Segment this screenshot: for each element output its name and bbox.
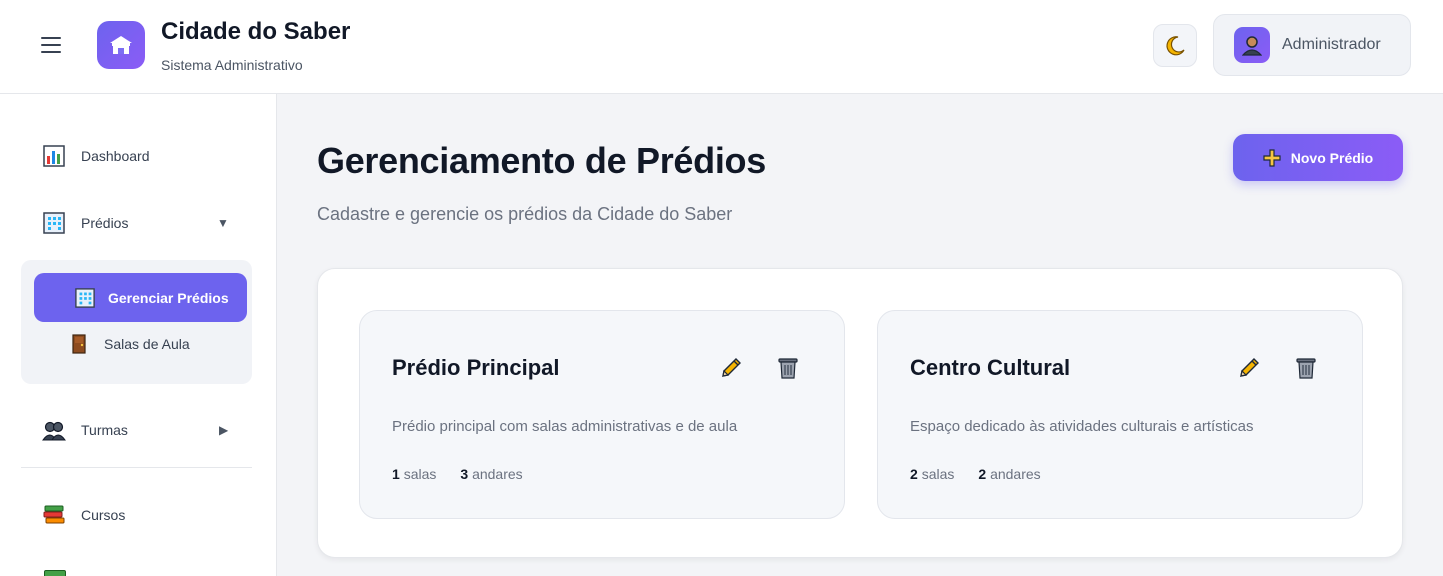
sidebar-item-gerenciar-predios[interactable]: Gerenciar Prédios bbox=[34, 273, 247, 322]
sidebar-item-label: Cursos bbox=[81, 507, 126, 523]
sidebar-item-predios[interactable]: Prédios bbox=[42, 211, 128, 235]
building-card: Centro Cultural Espaço dedicado às ativi… bbox=[877, 310, 1363, 519]
app-title: Cidade do Saber bbox=[161, 18, 351, 45]
building-icon bbox=[110, 36, 132, 54]
sidebar-item-cursos[interactable]: Cursos bbox=[42, 503, 125, 527]
buildings-panel: Prédio Principal Prédio principal com sa… bbox=[317, 268, 1403, 558]
logo bbox=[97, 21, 145, 69]
hamburger-icon[interactable] bbox=[34, 30, 68, 60]
pencil-icon bbox=[1240, 358, 1259, 377]
theme-toggle-button[interactable] bbox=[1153, 24, 1197, 67]
user-icon bbox=[1242, 36, 1262, 56]
edit-button[interactable] bbox=[1236, 355, 1262, 381]
floors-count: 3 andares bbox=[460, 466, 523, 482]
submenu-item-label: Gerenciar Prédios bbox=[108, 289, 229, 306]
avatar bbox=[1234, 27, 1270, 63]
edit-button[interactable] bbox=[718, 355, 744, 381]
sidebar-item-salas-de-aula[interactable]: Salas de Aula bbox=[71, 334, 190, 354]
new-building-label: Novo Prédio bbox=[1290, 149, 1374, 166]
delete-button[interactable] bbox=[1293, 355, 1319, 381]
top-header: Cidade do Saber Sistema Administrativo A… bbox=[0, 0, 1443, 94]
caret-down-icon[interactable]: ▼ bbox=[217, 216, 229, 230]
building-stats: 2 salas 2 andares bbox=[910, 466, 1041, 482]
sidebar-item-turmas[interactable]: Turmas bbox=[42, 418, 128, 442]
trash-icon bbox=[1296, 358, 1316, 379]
books-icon bbox=[42, 503, 66, 527]
page-title: Gerenciamento de Prédios bbox=[317, 140, 766, 181]
moon-icon bbox=[1166, 35, 1185, 55]
building-name: Prédio Principal bbox=[392, 355, 560, 380]
rooms-count: 1 salas bbox=[392, 466, 437, 482]
trash-icon bbox=[778, 358, 798, 379]
user-menu-button[interactable]: Administrador bbox=[1213, 14, 1411, 76]
sidebar-item-label: Turmas bbox=[81, 422, 128, 438]
submenu-predios: Gerenciar Prédios Salas de Aula bbox=[21, 260, 252, 384]
page-subtitle: Cadastre e gerencie os prédios da Cidade… bbox=[317, 204, 733, 224]
sidebar-item-label: Prédios bbox=[81, 215, 129, 231]
sidebar-item-label: Dashboard bbox=[81, 148, 150, 164]
building-stats: 1 salas 3 andares bbox=[392, 466, 523, 482]
building-icon bbox=[42, 211, 66, 235]
pencil-icon bbox=[722, 358, 741, 377]
chart-icon bbox=[42, 144, 66, 168]
sidebar-divider bbox=[21, 467, 252, 468]
new-building-button[interactable]: Novo Prédio bbox=[1233, 134, 1403, 181]
books-icon bbox=[44, 570, 66, 576]
floors-count: 2 andares bbox=[978, 466, 1041, 482]
building-name: Centro Cultural bbox=[910, 355, 1071, 380]
caret-right-icon[interactable]: ▶ bbox=[219, 423, 228, 437]
submenu-item-label: Salas de Aula bbox=[104, 336, 190, 352]
rooms-count: 2 salas bbox=[910, 466, 955, 482]
plus-icon bbox=[1263, 148, 1281, 167]
user-name: Administrador bbox=[1282, 36, 1381, 53]
building-card: Prédio Principal Prédio principal com sa… bbox=[359, 310, 845, 519]
building-description: Prédio principal com salas administrativ… bbox=[392, 418, 738, 435]
people-icon bbox=[42, 418, 66, 442]
app-subtitle: Sistema Administrativo bbox=[161, 57, 303, 73]
delete-button[interactable] bbox=[775, 355, 801, 381]
door-icon bbox=[71, 334, 87, 354]
sidebar: Dashboard Prédios ▼ Gerenciar Prédios Sa… bbox=[0, 94, 277, 576]
building-icon bbox=[74, 287, 96, 309]
sidebar-item-dashboard[interactable]: Dashboard bbox=[42, 144, 150, 168]
building-description: Espaço dedicado às atividades culturais … bbox=[910, 418, 1254, 435]
